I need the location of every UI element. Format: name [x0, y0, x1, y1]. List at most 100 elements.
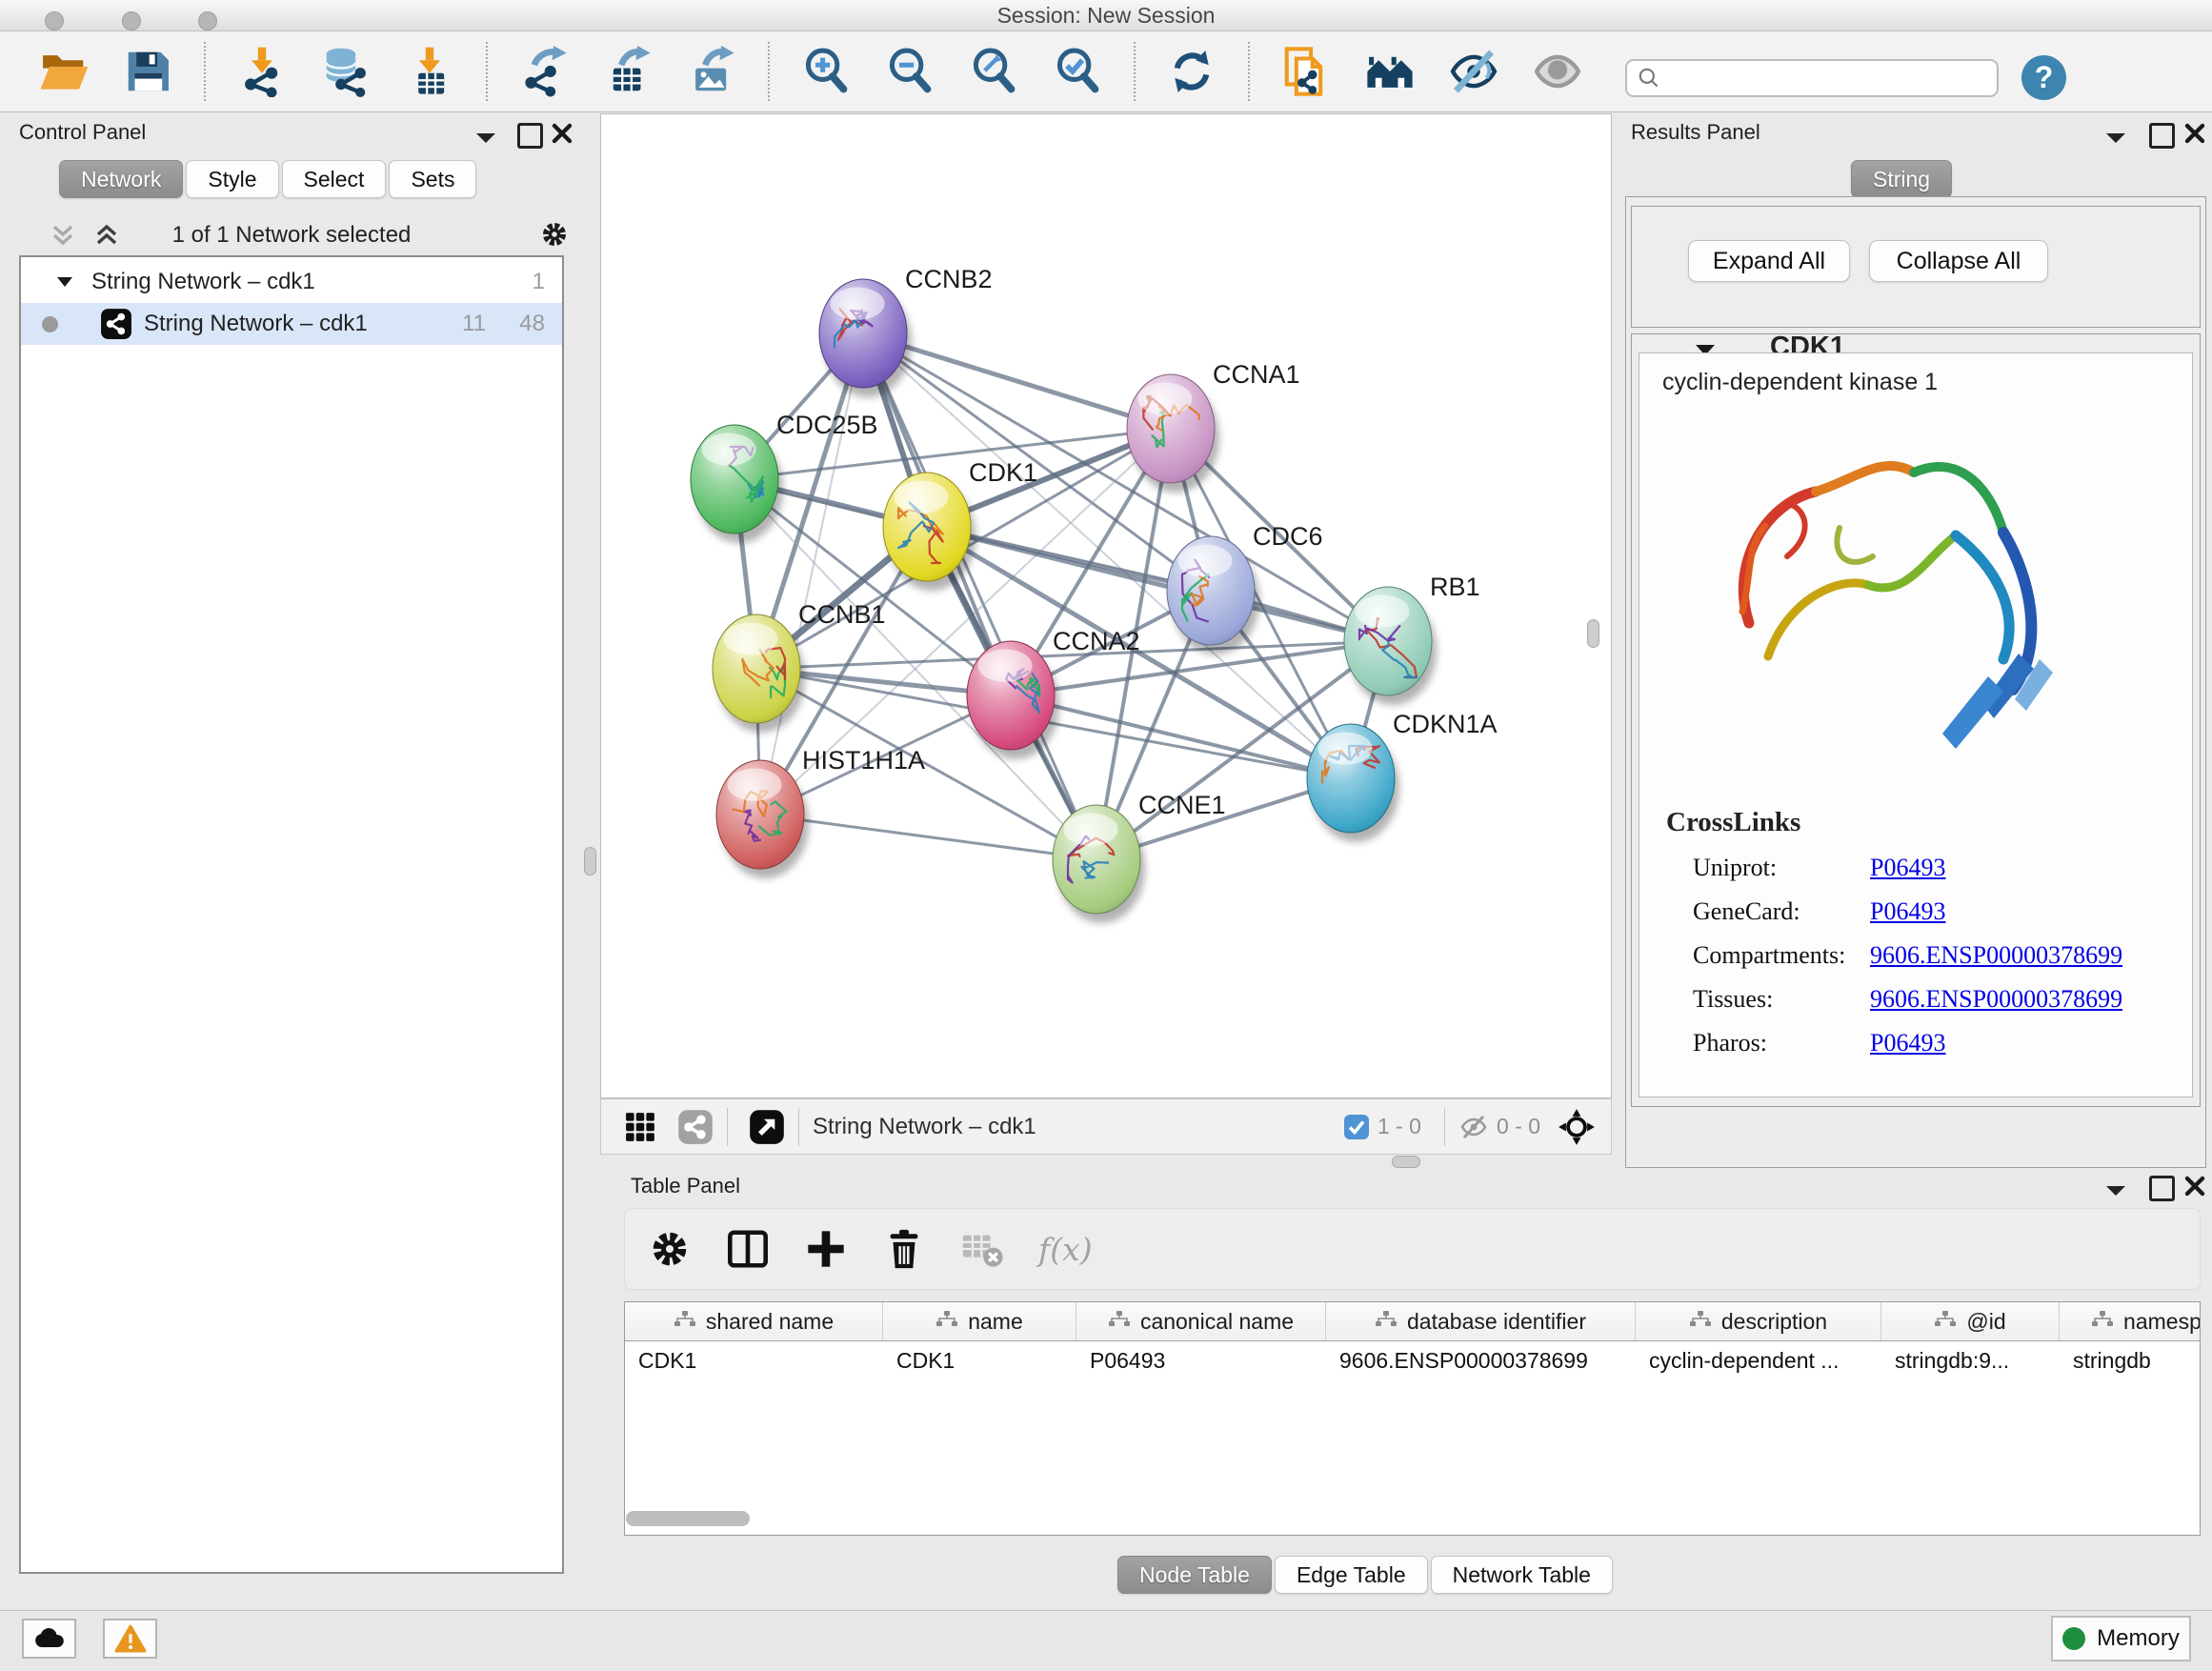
table-panel-float-icon[interactable]: [2149, 1176, 2175, 1201]
table-hscrollbar-thumb[interactable]: [626, 1511, 750, 1526]
network-node-HIST1H1A[interactable]: HIST1H1A: [716, 746, 925, 878]
node-label-CCNA2: CCNA2: [1053, 627, 1140, 655]
import-network-database-icon[interactable]: [318, 44, 373, 99]
network-node-CCNA2[interactable]: CCNA2: [967, 627, 1140, 759]
add-column-icon[interactable]: [804, 1227, 848, 1271]
memory-button[interactable]: Memory: [2051, 1616, 2191, 1661]
control-tab-style[interactable]: Style: [186, 160, 278, 198]
zoom-in-icon[interactable]: [798, 44, 854, 99]
hide-selected-icon[interactable]: [1446, 44, 1501, 99]
table-row[interactable]: CDK1CDK1P064939606.ENSP00000378699cyclin…: [625, 1341, 2200, 1381]
crosslink-value-link[interactable]: P06493: [1870, 854, 1945, 882]
column-type-icon: [1689, 1309, 1712, 1335]
zoom-out-icon[interactable]: [882, 44, 937, 99]
results-panel-collapse-icon[interactable]: [2103, 131, 2128, 144]
column-header-@id[interactable]: @id: [1881, 1302, 2060, 1340]
export-table-icon[interactable]: [600, 44, 655, 99]
crosslink-label: Tissues:: [1693, 985, 1870, 1014]
collapse-all-button[interactable]: Collapse All: [1869, 240, 2048, 282]
control-tab-sets[interactable]: Sets: [389, 160, 476, 198]
crosslink-value-link[interactable]: P06493: [1870, 897, 1945, 926]
results-panel-close-icon[interactable]: [2183, 122, 2206, 145]
control-panel-tabs: NetworkStyleSelectSets: [59, 160, 479, 198]
table-cell[interactable]: stringdb: [2060, 1341, 2201, 1381]
network-node-RB1[interactable]: RB1: [1344, 573, 1480, 705]
network-node-CDC25B[interactable]: CDC25B: [691, 411, 878, 543]
open-in-window-icon[interactable]: [749, 1109, 785, 1145]
expand-all-button[interactable]: Expand All: [1688, 240, 1850, 282]
column-header-name[interactable]: name: [883, 1302, 1076, 1340]
search-field[interactable]: [1625, 59, 1999, 97]
delete-table-icon[interactable]: [960, 1227, 1004, 1271]
crosslink-value-link[interactable]: 9606.ENSP00000378699: [1870, 941, 2122, 970]
footer-separator: [727, 1108, 728, 1146]
network-options-gear-icon[interactable]: [539, 219, 570, 250]
delete-column-icon[interactable]: [882, 1227, 926, 1271]
network-node-CDKN1A[interactable]: CDKN1A: [1307, 710, 1498, 842]
network-collection-row[interactable]: String Network – cdk1 1: [21, 261, 562, 303]
table-cell[interactable]: cyclin-dependent ...: [1636, 1341, 1881, 1381]
zoom-fit-icon[interactable]: [966, 44, 1021, 99]
network-node-CDK1[interactable]: CDK1: [883, 458, 1037, 591]
function-builder-icon[interactable]: f(x): [1038, 1231, 1093, 1268]
column-type-icon: [1375, 1309, 1398, 1335]
control-panel-float-icon[interactable]: [517, 123, 543, 149]
network-node-CCNB1[interactable]: CCNB1: [713, 600, 886, 733]
table-tab-edge-table[interactable]: Edge Table: [1275, 1556, 1428, 1594]
control-tab-select[interactable]: Select: [282, 160, 387, 198]
control-tab-network[interactable]: Network: [59, 160, 183, 198]
column-header-namespace[interactable]: namespace: [2060, 1302, 2201, 1340]
left-splitter-grip[interactable]: [584, 847, 596, 876]
import-table-file-icon[interactable]: [402, 44, 457, 99]
search-input[interactable]: [1661, 65, 1980, 92]
table-cell[interactable]: P06493: [1076, 1341, 1326, 1381]
export-network-icon[interactable]: [516, 44, 572, 99]
control-panel-close-icon[interactable]: [551, 122, 573, 145]
table-tab-network-table[interactable]: Network Table: [1431, 1556, 1613, 1594]
fit-selected-crosshair-icon[interactable]: [1558, 1108, 1596, 1146]
results-tab-string[interactable]: String: [1851, 160, 1952, 198]
share-network-icon[interactable]: [677, 1109, 714, 1145]
show-columns-icon[interactable]: [726, 1227, 770, 1271]
control-panel-collapse-icon[interactable]: [473, 131, 498, 144]
network-node-CCNE1[interactable]: CCNE1: [1053, 791, 1226, 923]
duplicate-network-icon[interactable]: [1278, 44, 1334, 99]
selected-checkbox-icon[interactable]: [1343, 1114, 1370, 1140]
zoom-selected-icon[interactable]: [1050, 44, 1105, 99]
warnings-button[interactable]: [103, 1619, 157, 1659]
crosslink-value-link[interactable]: 9606.ENSP00000378699: [1870, 985, 2122, 1014]
cloud-button[interactable]: [22, 1619, 76, 1659]
column-header-database-identifier[interactable]: database identifier: [1326, 1302, 1636, 1340]
table-gear-icon[interactable]: [648, 1227, 692, 1271]
table-panel-close-icon[interactable]: [2183, 1175, 2206, 1198]
table-tab-node-table[interactable]: Node Table: [1117, 1556, 1272, 1594]
import-network-file-icon[interactable]: [234, 44, 290, 99]
column-header-shared-name[interactable]: shared name: [625, 1302, 883, 1340]
tree-expander-icon[interactable]: [55, 275, 74, 289]
results-panel-float-icon[interactable]: [2149, 123, 2175, 149]
column-header-canonical-name[interactable]: canonical name: [1076, 1302, 1326, 1340]
column-header-label: name: [968, 1309, 1023, 1335]
crosslink-value-link[interactable]: P06493: [1870, 1029, 1945, 1057]
help-icon[interactable]: ?: [2021, 55, 2066, 100]
node-table[interactable]: shared name name canonical namedatabase id…: [624, 1301, 2201, 1536]
table-cell[interactable]: 9606.ENSP00000378699: [1326, 1341, 1636, 1381]
network-row[interactable]: String Network – cdk1 11 48: [21, 303, 562, 345]
birdseye-grid-icon[interactable]: [624, 1111, 656, 1143]
table-cell[interactable]: CDK1: [883, 1341, 1076, 1381]
network-canvas[interactable]: CCNB2CCNA1CDC25BCDK1CDC6RB1CCNB1CCNA2CDK…: [600, 113, 1612, 1098]
right-splitter-grip[interactable]: [1587, 619, 1599, 648]
horizontal-splitter-grip[interactable]: [1392, 1156, 1420, 1168]
memory-status-dot-icon: [2062, 1627, 2085, 1650]
table-panel-collapse-icon[interactable]: [2103, 1183, 2128, 1197]
column-header-description[interactable]: description: [1636, 1302, 1881, 1340]
network-node-CCNB2[interactable]: CCNB2: [819, 265, 993, 397]
houses-icon[interactable]: [1362, 44, 1418, 99]
show-all-icon[interactable]: [1530, 44, 1585, 99]
open-session-icon[interactable]: [36, 44, 91, 99]
export-image-icon[interactable]: [684, 44, 739, 99]
save-session-icon[interactable]: [120, 44, 175, 99]
refresh-view-icon[interactable]: [1164, 44, 1219, 99]
table-cell[interactable]: CDK1: [625, 1341, 883, 1381]
table-cell[interactable]: stringdb:9...: [1881, 1341, 2060, 1381]
